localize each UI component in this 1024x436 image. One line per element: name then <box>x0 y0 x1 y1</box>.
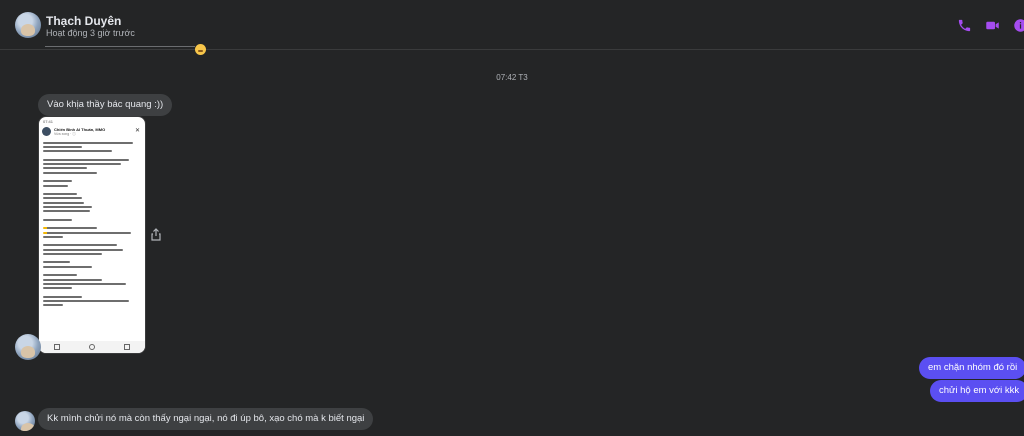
phone-call-button[interactable] <box>955 16 973 34</box>
previous-message-edge <box>45 46 195 47</box>
recent-apps-icon <box>53 344 60 350</box>
conversation-info-button[interactable] <box>1011 16 1024 34</box>
image-attachment[interactable]: 07:41 Chiến Binh AI Thuấn, MMO Vừa xong … <box>38 116 146 354</box>
incoming-message-bubble[interactable]: Vào khịa thầy bác quang :)) <box>38 94 173 116</box>
conversation-header: Thạch Duyên Hoạt động 3 giờ trước <box>0 0 1024 50</box>
contact-avatar-small[interactable] <box>15 334 41 360</box>
video-call-button[interactable] <box>983 16 1001 34</box>
outgoing-message-bubble[interactable]: em chặn nhóm đó rồi <box>919 357 1024 379</box>
message-timestamp: 07:42 T3 <box>496 73 528 82</box>
contact-avatar[interactable] <box>15 12 41 38</box>
post-meta: Vừa xong · ⓘ <box>54 132 76 136</box>
phone-status-bar: 07:41 <box>43 119 54 124</box>
incoming-message-bubble[interactable]: Kk mình chửi nó mà còn thấy ngại ngại, n… <box>38 408 374 430</box>
video-camera-icon <box>985 21 999 29</box>
contact-avatar-small[interactable] <box>15 411 35 431</box>
phone-icon <box>958 19 970 31</box>
contact-status: Hoạt động 3 giờ trước <box>46 28 135 38</box>
post-author-avatar <box>42 127 51 136</box>
message-list[interactable]: 07:42 T3 Vào khịa thầy bác quang :)) 07:… <box>0 44 1024 436</box>
reaction-emoji-icon[interactable] <box>195 44 206 55</box>
contact-name[interactable]: Thạch Duyên <box>46 14 121 28</box>
post-body-text <box>43 142 141 308</box>
phone-nav-bar <box>39 341 145 353</box>
share-icon[interactable] <box>150 228 162 242</box>
home-icon <box>88 344 95 350</box>
close-icon: ✕ <box>134 128 140 134</box>
post-header: Chiến Binh AI Thuấn, MMO Vừa xong · ⓘ ✕ <box>42 127 142 139</box>
back-icon <box>124 344 131 350</box>
outgoing-message-bubble[interactable]: chửi hộ em với kkk <box>930 380 1024 402</box>
info-icon <box>1013 18 1024 32</box>
